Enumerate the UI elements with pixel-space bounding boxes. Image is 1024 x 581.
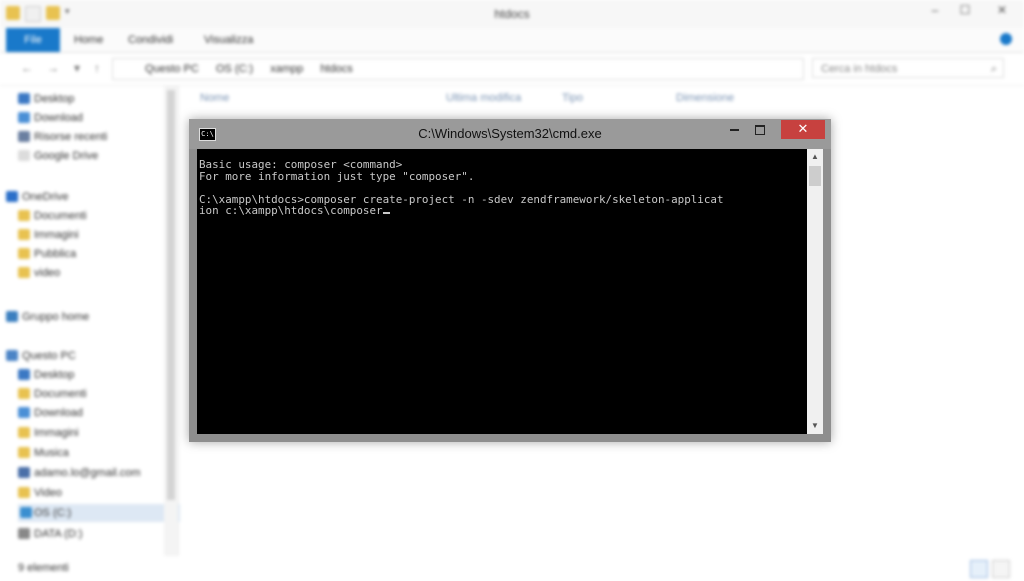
nav-item-pc-desktop[interactable]: Desktop (18, 366, 74, 384)
address-input[interactable]: Questo PC OS (C:) xampp htdocs (112, 58, 804, 80)
console-line: For more information just type "composer… (199, 169, 475, 183)
tab-share[interactable]: Condividi (128, 28, 173, 52)
nav-item-onedrive[interactable]: OneDrive (6, 188, 68, 206)
cmd-close-button[interactable]: ✕ (781, 120, 825, 139)
search-placeholder: Cerca in htdocs (821, 63, 898, 75)
navigation-pane: Desktop Download Risorse recenti Google … (0, 86, 180, 556)
explorer-title: htdocs (494, 7, 530, 21)
cmd-maximize-button[interactable] (747, 120, 773, 139)
column-header-size[interactable]: Dimensione (676, 92, 734, 104)
nav-item-video-onedrive[interactable]: video (18, 264, 60, 282)
explorer-window-controls: – ☐ ✕ (920, 0, 1024, 20)
nav-item-pc-download[interactable]: Download (18, 404, 83, 422)
close-icon[interactable]: ✕ (980, 0, 1024, 20)
address-bar-row: ← → ▾ ↑ Questo PC OS (C:) xampp htdocs C… (0, 53, 1024, 86)
nav-item-immagini[interactable]: Immagini (18, 226, 79, 244)
text-cursor (382, 212, 390, 214)
status-bar: 9 elementi (0, 556, 1024, 581)
navigation-scrollbar-thumb[interactable] (167, 90, 175, 500)
cmd-minimize-button[interactable] (721, 120, 747, 139)
console-line: ion c:\xampp\htdocs\composer (199, 204, 383, 217)
cmd-window[interactable]: C:\ C:\Windows\System32\cmd.exe ✕ Basic … (189, 119, 831, 442)
recent-chevron-icon[interactable]: ▾ (68, 61, 86, 77)
nav-item-os-c[interactable]: OS (C:) (18, 504, 180, 522)
breadcrumb-os-c[interactable]: OS (C:) (216, 63, 253, 75)
console-scrollbar-thumb[interactable] (809, 166, 821, 186)
column-header-type[interactable]: Tipo (562, 92, 583, 104)
column-header-name[interactable]: Nome (200, 92, 229, 104)
nav-item-pc-immagini[interactable]: Immagini (18, 424, 79, 442)
cmd-titlebar[interactable]: C:\ C:\Windows\System32\cmd.exe ✕ (189, 119, 831, 149)
search-icon[interactable]: ⌕ (991, 59, 997, 79)
scroll-up-icon[interactable]: ▲ (807, 149, 823, 165)
tab-file[interactable]: File (6, 28, 60, 52)
nav-item-documenti[interactable]: Documenti (18, 207, 87, 225)
large-icons-view-icon[interactable] (992, 560, 1010, 578)
details-view-icon[interactable] (970, 560, 988, 578)
breadcrumb-xampp[interactable]: xampp (270, 63, 303, 75)
search-input[interactable]: Cerca in htdocs ⌕ (812, 58, 1004, 78)
minimize-icon (729, 128, 739, 131)
tab-home[interactable]: Home (74, 28, 103, 52)
back-icon[interactable]: ← (18, 61, 36, 77)
maximize-icon (755, 124, 765, 135)
navigation-scrollbar[interactable] (164, 86, 178, 556)
console-output[interactable]: Basic usage: composer <command> For more… (197, 149, 807, 434)
nav-item-pc-documenti[interactable]: Documenti (18, 385, 87, 403)
nav-item-pubblica[interactable]: Pubblica (18, 245, 76, 263)
nav-item-homegroup[interactable]: Gruppo home (6, 308, 89, 326)
explorer-titlebar: ▾ htdocs – ☐ ✕ (0, 0, 1024, 29)
ribbon-tabs: File Home Condividi Visualizza (0, 28, 1024, 53)
help-icon[interactable] (1000, 33, 1012, 45)
nav-item-recent[interactable]: Risorse recenti (18, 128, 107, 146)
nav-item-video[interactable]: Video (18, 484, 62, 502)
column-header-modified[interactable]: Ultima modifica (446, 92, 521, 104)
close-icon: ✕ (797, 121, 809, 136)
nav-item-musica[interactable]: Musica (18, 444, 69, 462)
nav-item-data-d[interactable]: DATA (D:) (18, 525, 82, 543)
column-headers: Nome Ultima modifica Tipo Dimensione (180, 92, 1020, 106)
nav-item-desktop[interactable]: Desktop (18, 90, 74, 108)
minimize-icon[interactable]: – (920, 0, 950, 20)
up-icon[interactable]: ↑ (88, 61, 106, 77)
nav-item-google-account[interactable]: adamo.lo@gmail.com (18, 464, 141, 482)
maximize-icon[interactable]: ☐ (950, 0, 980, 20)
breadcrumb-htdocs[interactable]: htdocs (320, 63, 352, 75)
tab-view[interactable]: Visualizza (204, 28, 253, 52)
nav-item-google-drive[interactable]: Google Drive (18, 147, 98, 165)
console-scrollbar[interactable]: ▲ ▼ (807, 149, 823, 434)
nav-item-download[interactable]: Download (18, 109, 83, 127)
item-count: 9 elementi (18, 562, 69, 574)
forward-icon[interactable]: → (44, 61, 62, 77)
nav-item-this-pc[interactable]: Questo PC (6, 347, 76, 365)
scroll-down-icon[interactable]: ▼ (807, 418, 823, 434)
breadcrumb-this-pc[interactable]: Questo PC (145, 63, 199, 75)
